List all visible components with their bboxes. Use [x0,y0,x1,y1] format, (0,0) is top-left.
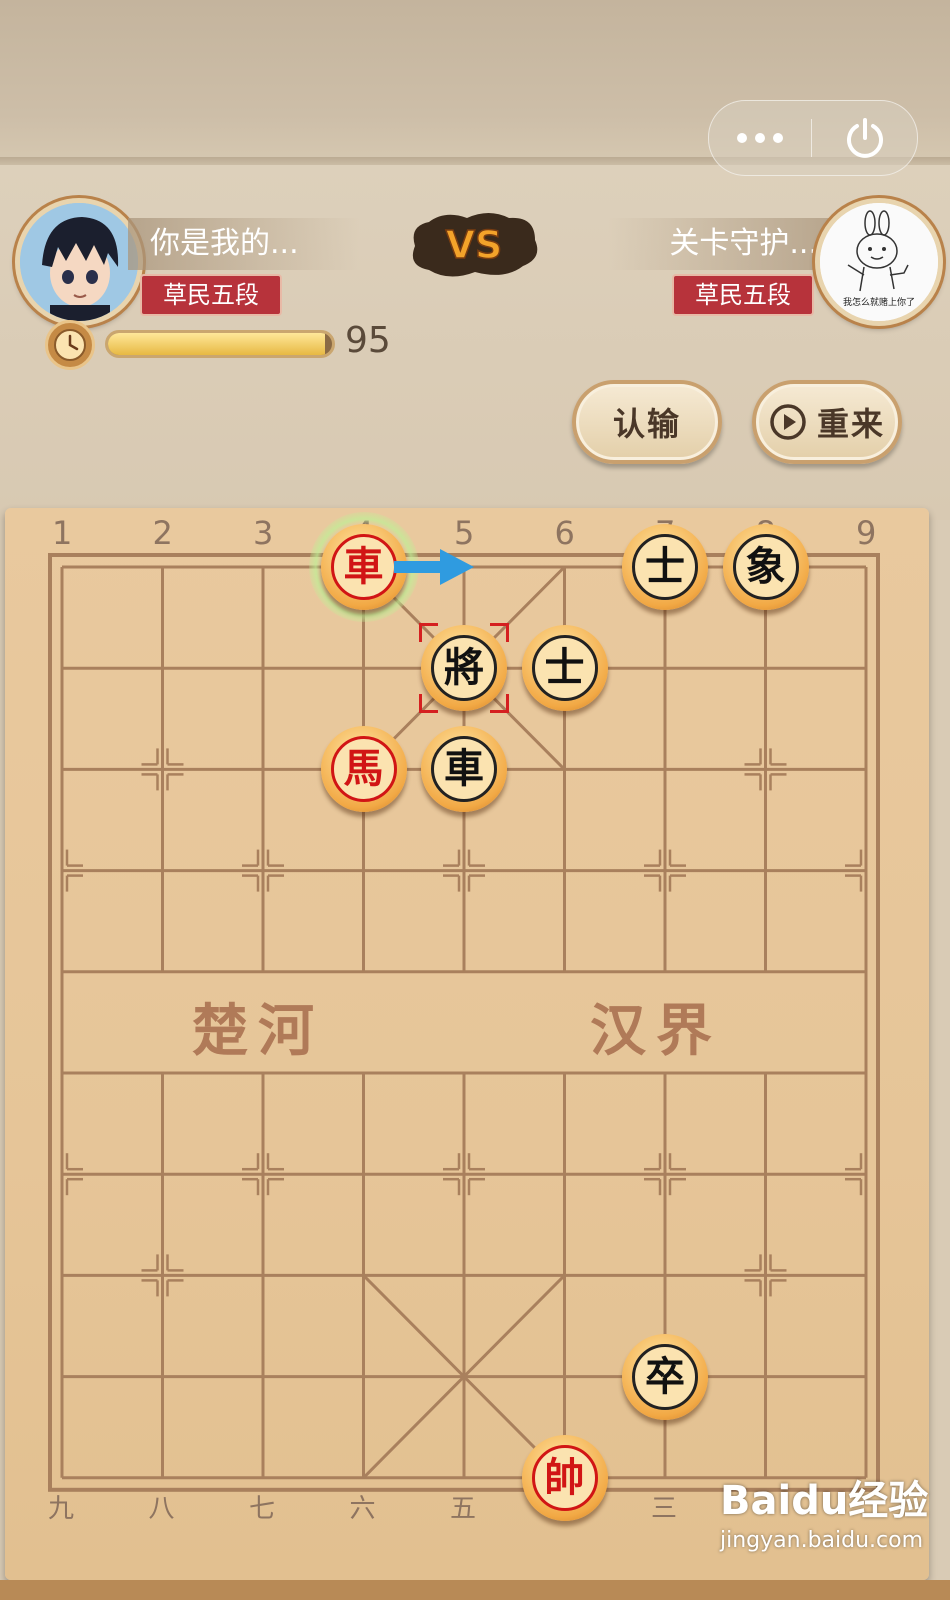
column-number-bottom: 九 [48,1494,75,1524]
piece-face: 帥 [531,1444,598,1511]
column-number-top: 3 [253,514,274,552]
red-piece[interactable]: 馬 [320,726,407,813]
watermark-url: jingyan.baidu.com [720,1528,924,1553]
piece-face: 象 [732,534,799,600]
piece-face: 卒 [632,1343,698,1410]
black-piece[interactable]: 卒 [622,1333,708,1420]
piece-character: 士 [645,543,685,590]
column-number-top: 6 [554,514,575,552]
piece-face: 士 [632,534,698,600]
river-label-right: 汉界 [590,998,722,1064]
black-piece[interactable]: 車 [421,726,507,813]
column-number-top: 1 [52,514,73,552]
piece-face: 將 [431,635,497,702]
column-number-top: 9 [856,514,877,552]
piece-character: 象 [745,543,786,590]
column-number-bottom: 六 [349,1494,376,1524]
piece-character: 將 [444,644,484,692]
piece-face: 車 [330,534,397,600]
black-piece[interactable]: 士 [622,524,708,610]
piece-face: 士 [531,635,598,702]
column-number-bottom: 三 [651,1494,678,1524]
piece-character: 帥 [544,1453,585,1501]
column-number-bottom: 五 [450,1494,477,1524]
piece-character: 車 [444,745,484,793]
red-piece[interactable]: 帥 [521,1434,608,1521]
piece-character: 馬 [343,745,384,793]
river-label-left: 楚河 [192,998,324,1064]
column-number-bottom: 七 [249,1494,276,1524]
move-arrow-icon [393,549,474,585]
column-number-bottom: 八 [148,1494,175,1524]
piece-character: 卒 [645,1352,685,1400]
black-piece[interactable]: 將 [421,625,507,712]
piece-character: 車 [343,543,384,590]
black-piece[interactable]: 象 [722,524,809,610]
piece-face: 車 [431,736,497,803]
piece-character: 士 [544,644,585,692]
column-number-top: 2 [152,514,173,552]
watermark-brand: Baidu经验 [720,1478,929,1524]
black-piece[interactable]: 士 [521,625,608,712]
baidu-watermark: Baidu经验 jingyan.baidu.com [720,1468,928,1553]
piece-face: 馬 [330,736,397,803]
